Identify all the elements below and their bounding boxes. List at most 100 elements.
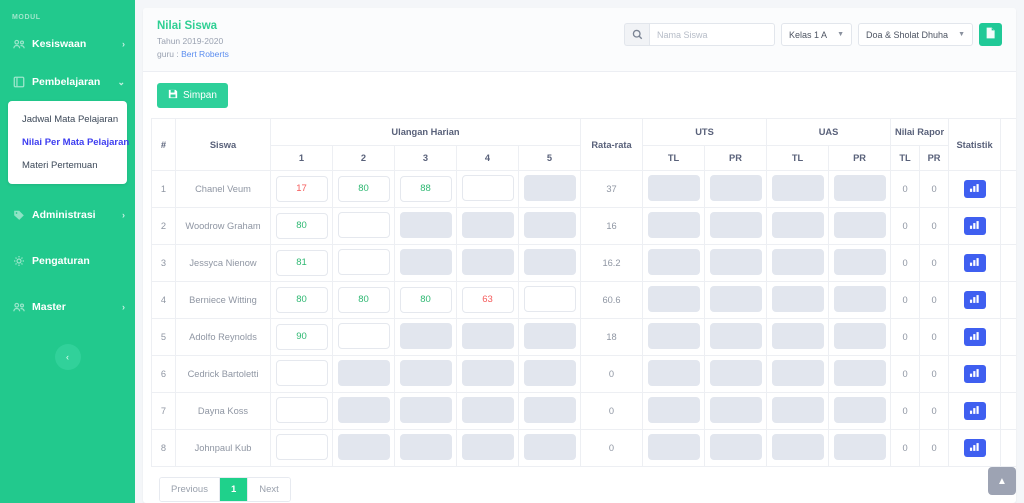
uh-input-2[interactable] xyxy=(337,249,390,276)
chevron-down-icon: ▼ xyxy=(958,31,965,38)
uh-input-3 xyxy=(399,397,452,424)
row-spacer xyxy=(1000,355,1016,394)
rapor-pr-value: 0 xyxy=(919,244,950,283)
uh-input-1[interactable] xyxy=(275,434,328,461)
student-name: Cedrick Bartoletti xyxy=(175,355,271,394)
grade-cell xyxy=(828,281,892,320)
rapor-tl-value: 0 xyxy=(890,355,921,394)
chevron-down-icon: ⌄ xyxy=(117,76,125,87)
uas-tl-input xyxy=(771,434,824,461)
grade-cell xyxy=(456,170,519,209)
statistik-button[interactable] xyxy=(963,291,986,310)
statistik-cell xyxy=(948,392,1002,431)
uas-pr-input xyxy=(833,397,886,424)
grade-cell xyxy=(642,318,705,357)
grade-table-header-row-1: # Siswa Ulangan Harian Rata-rata UTS UAS… xyxy=(151,118,1016,172)
uh-input-1[interactable]: 17 xyxy=(275,176,328,203)
grade-cell xyxy=(642,355,705,394)
grade-cell xyxy=(332,244,395,283)
col-header-uts-pr: PR xyxy=(703,145,768,172)
mapel-dropdown-value: Doa & Sholat Dhuha xyxy=(866,29,949,40)
grade-cell xyxy=(518,318,581,357)
uh-input-2[interactable] xyxy=(337,323,390,350)
statistik-button[interactable] xyxy=(963,254,986,273)
uh-input-1[interactable] xyxy=(275,397,328,424)
student-name: Berniece Witting xyxy=(175,281,271,320)
pagination-previous[interactable]: Previous xyxy=(160,478,220,502)
sidebar-collapse-button[interactable]: ‹ xyxy=(54,344,81,370)
sidebar-item-pengaturan[interactable]: Pengaturan xyxy=(0,246,135,276)
grade-cell xyxy=(766,281,830,320)
statistik-button[interactable] xyxy=(963,402,986,421)
grade-card: Nilai Siswa Tahun 2019-2020 guru : Bert … xyxy=(143,8,1016,503)
teacher-line: guru : Bert Roberts xyxy=(157,48,229,61)
bar-chart-icon xyxy=(969,257,980,269)
uh-input-3[interactable]: 88 xyxy=(399,176,452,203)
export-excel-button[interactable] xyxy=(979,23,1002,46)
uh-input-2[interactable] xyxy=(337,212,390,239)
uts-pr-input xyxy=(709,323,762,350)
pagination-next[interactable]: Next xyxy=(248,478,290,502)
card-header: Nilai Siswa Tahun 2019-2020 guru : Bert … xyxy=(143,8,1016,73)
sidebar-subitem-nilai-per-mata-pelajaran[interactable]: Nilai Per Mata Pelajaran xyxy=(8,131,129,154)
rapor-tl-value: 0 xyxy=(890,170,921,209)
uts-tl-input xyxy=(647,286,700,313)
sidebar-subitem-materi-pertemuan[interactable]: Materi Pertemuan xyxy=(8,154,127,177)
uh-input-4[interactable] xyxy=(461,175,514,202)
statistik-button[interactable] xyxy=(963,217,986,236)
save-button[interactable]: Simpan xyxy=(157,83,228,109)
rata-rata-value: 60.6 xyxy=(580,281,643,320)
statistik-button[interactable] xyxy=(963,328,986,347)
grade-cell xyxy=(703,244,768,283)
statistik-cell xyxy=(948,355,1002,394)
uh-input-1[interactable]: 80 xyxy=(275,287,328,314)
uts-tl-input xyxy=(647,323,700,350)
grade-cell xyxy=(642,429,705,468)
grade-cell xyxy=(642,170,705,209)
statistik-button[interactable] xyxy=(963,180,986,199)
uas-pr-input xyxy=(833,360,886,387)
pagination-page-1[interactable]: 1 xyxy=(219,478,249,502)
kelas-dropdown[interactable]: Kelas 1 A ▼ xyxy=(781,23,852,46)
uh-input-3[interactable]: 80 xyxy=(399,287,452,314)
uh-input-1[interactable]: 90 xyxy=(275,324,328,351)
search-input[interactable] xyxy=(649,23,776,46)
bar-chart-icon xyxy=(969,294,980,306)
filter-bar: Kelas 1 A ▼ Doa & Sholat Dhuha ▼ xyxy=(624,20,1002,46)
mapel-dropdown[interactable]: Doa & Sholat Dhuha ▼ xyxy=(858,23,973,46)
grade-cell xyxy=(828,244,892,283)
sidebar-item-master[interactable]: Master › xyxy=(0,292,135,322)
uh-input-2[interactable]: 80 xyxy=(337,287,390,314)
uh-input-1[interactable]: 80 xyxy=(275,213,328,240)
uh-input-5 xyxy=(523,397,576,424)
sidebar-item-pembelajaran[interactable]: Pembelajaran ⌄ xyxy=(0,67,135,97)
uas-pr-input xyxy=(833,175,886,202)
rapor-pr-value: 0 xyxy=(919,207,950,246)
row-number: 5 xyxy=(151,318,176,357)
grade-cell xyxy=(642,244,705,283)
uas-tl-input xyxy=(771,175,824,202)
uh-input-5 xyxy=(523,360,576,387)
teacher-link[interactable]: Bert Roberts xyxy=(181,49,229,59)
grade-cell xyxy=(766,207,830,246)
sidebar-item-kesiswaan[interactable]: Kesiswaan › xyxy=(0,29,135,59)
grade-cell xyxy=(828,207,892,246)
uas-tl-input xyxy=(771,397,824,424)
gear-icon xyxy=(12,255,25,267)
uh-input-5[interactable] xyxy=(523,286,576,313)
sidebar-subitem-jadwal-mata-pelajaran[interactable]: Jadwal Mata Pelajaran xyxy=(8,108,127,131)
rapor-tl-value: 0 xyxy=(890,207,921,246)
kelas-dropdown-value: Kelas 1 A xyxy=(789,29,828,40)
grade-cell xyxy=(642,281,705,320)
statistik-button[interactable] xyxy=(963,439,986,458)
scroll-to-top-button[interactable]: ▲ xyxy=(988,467,1016,495)
uh-input-2[interactable]: 80 xyxy=(337,176,390,203)
uh-input-1[interactable]: 81 xyxy=(275,250,328,277)
grade-cell xyxy=(703,207,768,246)
uh-input-4[interactable]: 63 xyxy=(461,287,514,314)
sidebar-item-administrasi[interactable]: Administrasi › xyxy=(0,200,135,230)
uh-input-1[interactable] xyxy=(275,360,328,387)
grade-table-body: 1 Chanel Veum 17 80 88 37 0 0 2 Woodrow Graham 80 1… xyxy=(151,170,1016,468)
statistik-button[interactable] xyxy=(963,365,986,384)
rapor-tl-value: 0 xyxy=(890,392,921,431)
